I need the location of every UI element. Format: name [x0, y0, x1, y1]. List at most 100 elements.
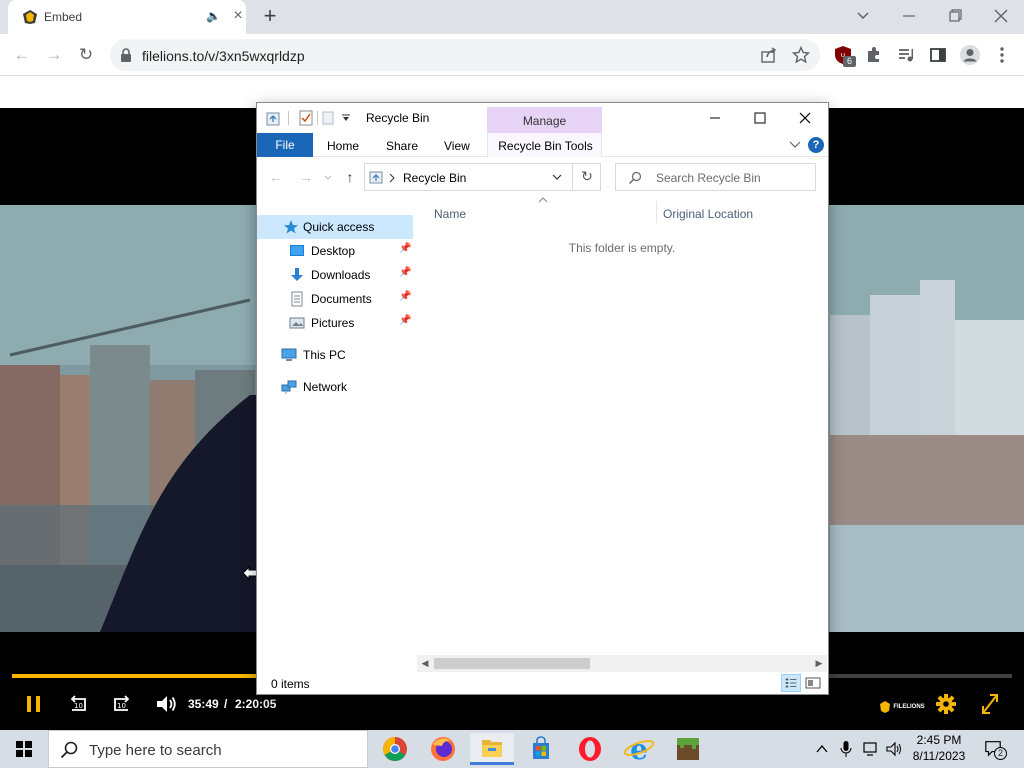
properties-icon[interactable] [299, 110, 313, 126]
close-icon[interactable] [989, 6, 1013, 26]
nav-desktop[interactable]: Desktop 📌 [257, 239, 413, 263]
column-divider[interactable] [656, 201, 657, 223]
refresh-icon[interactable]: ↻ [572, 163, 601, 191]
nav-pictures[interactable]: Pictures 📌 [257, 311, 413, 335]
explorer-back-icon[interactable]: ← [267, 169, 285, 187]
chrome-menu-icon[interactable] [995, 46, 1009, 64]
network-status-icon[interactable] [862, 740, 880, 758]
quick-access-dropdown-icon[interactable] [341, 114, 351, 122]
time-separator: / [224, 697, 228, 711]
scroll-right-arrow-icon[interactable]: ▶ [812, 656, 826, 671]
new-tab-button[interactable]: + [258, 4, 282, 28]
microsoft-store-app-icon[interactable] [519, 733, 563, 765]
explorer-titlebar[interactable]: Recycle Bin Manage [257, 103, 828, 133]
pin-icon[interactable]: 📌 [399, 315, 411, 326]
taskbar-clock[interactable]: 2:45 PM 8/11/2023 [906, 732, 972, 764]
nav-documents[interactable]: Documents 📌 [257, 287, 413, 311]
quick-access-label: Quick access [303, 220, 375, 234]
tab-home[interactable]: Home [327, 139, 359, 153]
bookmark-star-icon[interactable] [792, 46, 810, 64]
pin-icon[interactable]: 📌 [399, 243, 411, 254]
back-arrow-icon[interactable]: ← [10, 43, 34, 67]
tab-view[interactable]: View [444, 139, 470, 153]
pause-icon[interactable] [24, 692, 44, 716]
desktop-label: Desktop [311, 244, 356, 258]
clock-time: 2:45 PM [916, 733, 962, 747]
forward-10-icon[interactable]: 10 [110, 692, 134, 716]
fullscreen-icon[interactable] [980, 692, 1000, 716]
up-arrow-icon[interactable]: ↑ [341, 169, 359, 187]
tab-search-icon[interactable] [851, 6, 875, 26]
nav-network[interactable]: Network [257, 375, 413, 399]
scrollbar-thumb[interactable] [434, 658, 590, 669]
explorer-minimize-icon[interactable] [700, 107, 730, 129]
lock-icon[interactable] [120, 48, 132, 62]
volume-tray-icon[interactable] [885, 740, 903, 758]
volume-icon[interactable] [154, 692, 178, 716]
recycle-bin-small-icon[interactable] [265, 110, 281, 126]
breadcrumb-chevron-icon[interactable] [389, 173, 395, 183]
explorer-close-icon[interactable] [790, 107, 820, 129]
explorer-address-box[interactable]: Recycle Bin [364, 163, 601, 191]
reload-icon[interactable]: ↻ [74, 43, 98, 67]
explorer-maximize-icon[interactable] [745, 107, 775, 129]
side-panel-icon[interactable] [929, 46, 947, 64]
nav-downloads[interactable]: Downloads 📌 [257, 263, 413, 287]
details-view-icon[interactable] [781, 674, 801, 692]
opera-app-icon[interactable] [568, 733, 612, 765]
sort-ascending-icon [538, 197, 548, 203]
new-folder-icon[interactable] [322, 111, 334, 125]
tab-file[interactable]: File [257, 133, 313, 157]
extensions-puzzle-icon[interactable] [865, 46, 883, 64]
pin-icon[interactable]: 📌 [399, 291, 411, 302]
chrome-app-icon[interactable] [373, 733, 417, 765]
address-dropdown-icon[interactable] [552, 174, 562, 181]
scroll-left-arrow-icon[interactable]: ◀ [418, 656, 432, 671]
restore-icon[interactable] [943, 6, 967, 26]
rewind-10-icon[interactable]: 10 [66, 692, 90, 716]
nav-quick-access[interactable]: Quick access [257, 215, 413, 239]
firefox-app-icon[interactable] [421, 733, 465, 765]
horizontal-scrollbar[interactable]: ◀ ▶ [417, 655, 827, 672]
documents-icon [291, 291, 303, 307]
nav-this-pc[interactable]: This PC [257, 343, 413, 367]
tab-embed[interactable]: Embed 🔈 × [8, 0, 246, 34]
internet-explorer-app-icon[interactable]: e [617, 733, 661, 765]
explorer-forward-icon[interactable]: → [297, 169, 315, 187]
tab-close-icon[interactable]: × [228, 6, 248, 26]
svg-text:e: e [630, 733, 648, 765]
windows-start-icon[interactable] [0, 730, 48, 768]
minecraft-app-icon[interactable] [666, 733, 710, 765]
desktop-icon [290, 245, 304, 256]
tab-share[interactable]: Share [386, 139, 418, 153]
url-text[interactable]: filelions.to/v/3xn5wxqrldzp [142, 48, 305, 64]
microphone-icon[interactable] [839, 740, 853, 758]
column-header-original-location[interactable]: Original Location [663, 207, 753, 221]
minimize-icon[interactable] [897, 6, 921, 26]
file-list-pane[interactable]: Name Original Location This folder is em… [417, 197, 827, 657]
downloads-label: Downloads [311, 268, 371, 282]
expand-ribbon-chevron-icon[interactable] [789, 141, 801, 149]
browser-tabstrip: Embed 🔈 × + [0, 0, 1024, 34]
file-explorer-window[interactable]: Recycle Bin Manage File Home Share View … [256, 102, 829, 695]
large-icons-view-icon[interactable] [803, 674, 823, 692]
column-header-name[interactable]: Name [434, 207, 466, 221]
media-controls-icon[interactable] [897, 46, 915, 64]
filelions-favicon-icon [23, 10, 37, 24]
recent-locations-chevron-icon[interactable] [324, 175, 332, 181]
file-explorer-app-button[interactable] [470, 733, 514, 765]
help-icon[interactable]: ? [808, 137, 824, 153]
show-hidden-icons-chevron-icon[interactable] [815, 740, 829, 758]
downloads-icon [291, 268, 303, 281]
profile-avatar-icon[interactable] [959, 44, 981, 66]
manage-context-tab[interactable]: Manage [487, 107, 602, 133]
address-bar[interactable]: filelions.to/v/3xn5wxqrldzp [110, 39, 820, 71]
share-icon[interactable] [760, 47, 778, 63]
settings-gear-icon[interactable] [935, 692, 957, 716]
taskbar-search-box[interactable]: Type here to search [48, 730, 368, 768]
speaker-icon[interactable]: 🔈 [206, 9, 221, 23]
tab-recycle-bin-tools[interactable]: Recycle Bin Tools [487, 133, 602, 157]
explorer-search-input[interactable]: Search Recycle Bin [615, 163, 816, 191]
pin-icon[interactable]: 📌 [399, 267, 411, 278]
forward-arrow-icon[interactable]: → [42, 43, 66, 67]
